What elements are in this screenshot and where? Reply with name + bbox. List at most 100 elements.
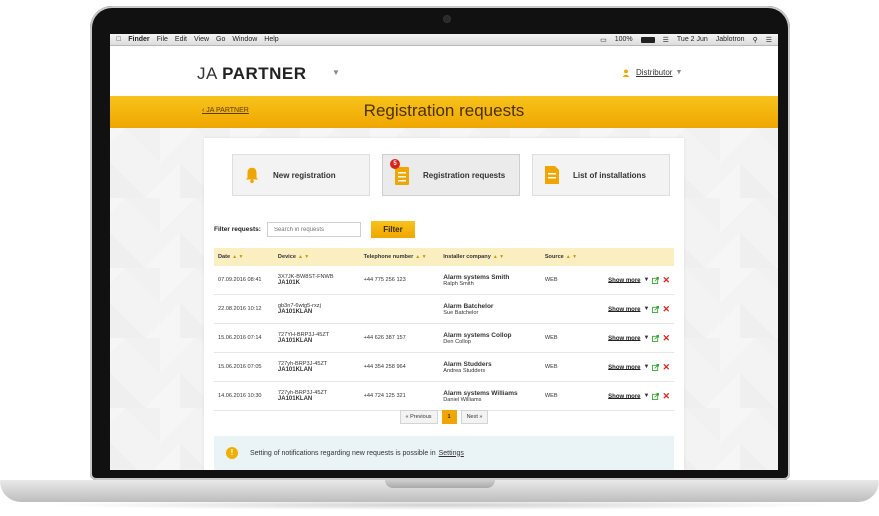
wifi-icon[interactable]: ☰	[663, 36, 669, 44]
nav-tiles: New registration 5 Registration requests…	[232, 154, 682, 196]
tile-label: New registration	[273, 170, 336, 180]
user-role[interactable]: Distributor	[636, 68, 672, 77]
tile-label: Registration requests	[423, 170, 506, 180]
tile-label: List of installations	[573, 170, 646, 180]
cell-actions: Show more ▼ ✕	[604, 266, 674, 295]
tile-new-registration[interactable]: New registration	[232, 154, 370, 196]
table-row: 15.06.2016 07:14 727YH-BRP3J-45ZT JA101KL…	[214, 323, 674, 353]
apple-icon[interactable]: 	[116, 36, 121, 43]
cell-source: WEB	[540, 381, 605, 411]
export-icon[interactable]	[652, 276, 660, 284]
site-header: JA PARTNER ▼ Distributor ▼	[110, 46, 778, 96]
cell-date: 15.06.2016 07:14	[214, 323, 274, 353]
tile-registration-requests[interactable]: 5 Registration requests	[382, 154, 520, 196]
laptop-notch	[385, 480, 495, 488]
cell-company: Alarm systems Collop Den Collop	[439, 323, 541, 353]
page-title: Registration requests	[363, 101, 525, 120]
col-actions	[604, 248, 674, 266]
menu-file[interactable]: File	[157, 36, 168, 43]
chevron-down-icon[interactable]: ▼	[644, 335, 650, 341]
export-icon[interactable]	[652, 334, 660, 342]
next-page-button[interactable]: Next »	[460, 410, 489, 424]
cell-device: 727YH-BRP3J-45ZT JA101KLAN	[273, 323, 360, 353]
chevron-down-icon[interactable]: ▼	[644, 277, 650, 283]
delete-icon[interactable]: ✕	[662, 362, 670, 372]
airplay-icon[interactable]: ▭	[600, 36, 607, 44]
col-installer-company[interactable]: Installer company ▲ ▼	[439, 248, 541, 266]
spotlight-icon[interactable]: ⚲	[753, 36, 758, 44]
cell-date: 07.09.2016 08:41	[214, 266, 274, 295]
cell-device: 727yh-BRP3J-45ZT JA101KLAN	[273, 352, 360, 382]
export-icon[interactable]	[652, 363, 660, 371]
search-input[interactable]	[266, 222, 361, 237]
filter-bar: Filter requests: Filter	[214, 221, 415, 238]
show-more-link[interactable]: Show more	[608, 335, 640, 341]
content-card: New registration 5 Registration requests…	[204, 138, 684, 470]
tile-list-of-installations[interactable]: List of installations	[532, 154, 670, 196]
cell-device: gb3n7-6wtg5-rxzj JA101KLAN	[273, 294, 360, 324]
menu-go[interactable]: Go	[216, 36, 225, 43]
menu-window[interactable]: Window	[232, 36, 257, 43]
show-more-link[interactable]: Show more	[608, 306, 640, 312]
chevron-down-icon[interactable]: ▼	[644, 306, 650, 312]
cell-phone: +44 775 256 123	[359, 266, 440, 295]
menubar-user[interactable]: Jablotron	[716, 36, 745, 43]
requests-table: Date ▲ ▼ Device ▲ ▼ Telephone number ▲ ▼ In…	[214, 248, 674, 411]
col-source[interactable]: Source ▲ ▼	[540, 248, 605, 266]
delete-icon[interactable]: ✕	[662, 275, 670, 285]
requests-count-badge: 5	[390, 159, 400, 169]
clipboard-list-icon: 5	[390, 159, 411, 185]
user-menu[interactable]: Distributor ▼	[622, 68, 682, 77]
cell-phone	[359, 294, 440, 324]
cell-phone: +44 724 125 321	[359, 381, 440, 411]
ja-partner-logo[interactable]: JA PARTNER	[197, 64, 307, 84]
cell-actions: Show more ▼ ✕	[604, 352, 674, 382]
pagination: « Previous 1 Next »	[204, 410, 684, 424]
clock[interactable]: Tue 2 Jun	[677, 36, 708, 43]
user-icon	[622, 68, 630, 77]
battery-icon[interactable]	[640, 36, 655, 43]
menu-edit[interactable]: Edit	[175, 36, 187, 43]
previous-page-button[interactable]: « Previous	[399, 410, 438, 424]
delete-icon[interactable]: ✕	[662, 333, 670, 343]
table-row: 15.06.2016 07:05 727yh-BRP3J-45ZT JA101KL…	[214, 352, 674, 382]
menu-app-finder[interactable]: Finder	[128, 36, 149, 43]
settings-link[interactable]: Settings	[439, 450, 464, 457]
table-header-row: Date ▲ ▼ Device ▲ ▼ Telephone number ▲ ▼ In…	[214, 248, 674, 266]
screen:  Finder File Edit View Go Window Help ▭…	[110, 34, 778, 470]
show-more-link[interactable]: Show more	[608, 277, 640, 283]
cell-device: 727yh-BRP3J-45ZT JA101KLAN	[273, 381, 360, 411]
filter-button[interactable]: Filter	[370, 221, 415, 238]
chevron-down-icon[interactable]: ▼	[332, 68, 340, 77]
cell-actions: Show more ▼ ✕	[604, 294, 674, 324]
cell-date: 15.06.2016 07:05	[214, 352, 274, 382]
menu-view[interactable]: View	[194, 36, 209, 43]
camera-dot	[444, 16, 450, 22]
col-date[interactable]: Date ▲ ▼	[214, 248, 274, 266]
col-device[interactable]: Device ▲ ▼	[273, 248, 360, 266]
cell-company: Alarm Batchelor Sue Batchelor	[439, 294, 541, 324]
col-telephone[interactable]: Telephone number ▲ ▼	[359, 248, 440, 266]
show-more-link[interactable]: Show more	[608, 393, 640, 399]
filter-label: Filter requests:	[214, 226, 261, 233]
menu-help[interactable]: Help	[264, 36, 278, 43]
cell-source: WEB	[540, 323, 605, 353]
export-icon[interactable]	[652, 392, 660, 400]
table-row: 22.08.2016 10:12 gb3n7-6wtg5-rxzj JA101KL…	[214, 294, 674, 324]
cell-source: WEB	[540, 266, 605, 295]
chevron-down-icon[interactable]: ▼	[644, 393, 650, 399]
notification-list-icon[interactable]: ☰	[766, 36, 772, 44]
delete-icon[interactable]: ✕	[662, 391, 670, 401]
chevron-down-icon[interactable]: ▼	[644, 364, 650, 370]
current-page-button[interactable]: 1	[441, 410, 457, 424]
show-more-link[interactable]: Show more	[608, 364, 640, 370]
battery-percent: 100%	[614, 36, 633, 43]
mac-menubar:  Finder File Edit View Go Window Help ▭…	[110, 34, 778, 46]
delete-icon[interactable]: ✕	[662, 304, 670, 314]
document-icon	[545, 166, 559, 184]
export-icon[interactable]	[652, 305, 660, 313]
cell-company: Alarm systems Smith Ralph Smith	[439, 266, 541, 295]
cell-company: Alarm systems Williams Daniel Williams	[439, 381, 541, 411]
cell-device: 3X7JK-BW8ST-FNWB JA101K	[273, 266, 360, 295]
chevron-down-icon[interactable]: ▼	[675, 69, 682, 76]
